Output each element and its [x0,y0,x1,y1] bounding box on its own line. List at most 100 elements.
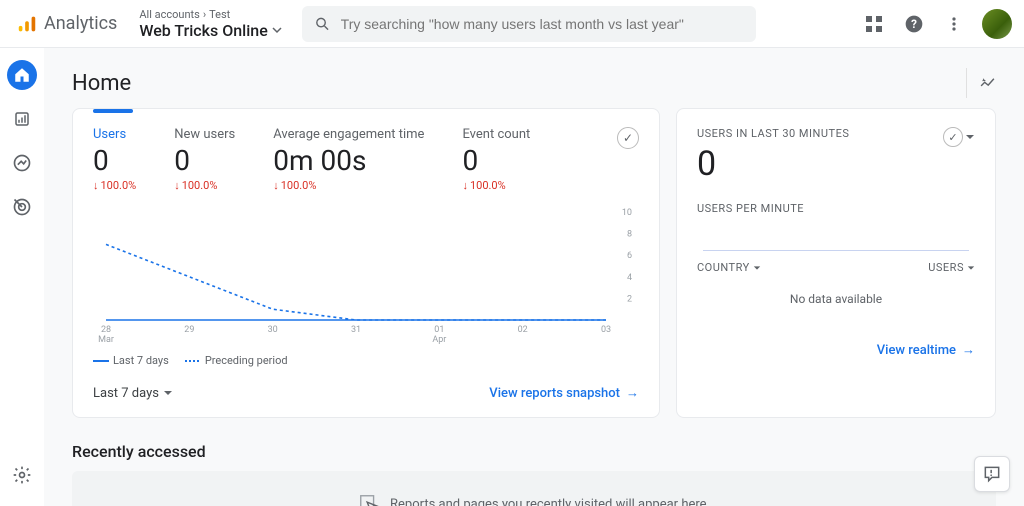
realtime-value: 0 [697,144,849,184]
metric-new-users[interactable]: New users 0 ↓100.0% [174,127,235,192]
metric-label: Users [93,127,136,142]
svg-text:30: 30 [268,325,278,335]
chart-legend: Last 7 days Preceding period [93,354,639,367]
metric-label: New users [174,127,235,142]
date-range-selector[interactable]: Last 7 days [93,386,173,401]
legend-label: Last 7 days [113,354,169,367]
metric-delta: ↓100.0% [93,179,136,192]
svg-text:02: 02 [518,325,528,335]
caret-down-icon [163,388,173,398]
cursor-icon [358,493,380,506]
page-title: Home [72,71,131,96]
help-icon[interactable]: ? [902,12,926,36]
metric-delta: ↓100.0% [462,179,530,192]
recently-accessed-title: Recently accessed [44,418,1024,471]
legend-prev: Preceding period [185,354,288,367]
line-chart-svg: 2 4 6 8 10 28Mar 29 30 31 01Apr 02 03 [93,206,639,346]
caret-down-icon [965,132,975,142]
nav-reports[interactable] [7,104,37,134]
metric-delta: ↓100.0% [273,179,424,192]
svg-text:31: 31 [351,325,361,335]
metric-users[interactable]: Users 0 ↓100.0% [93,127,136,192]
col-users[interactable]: USERS [928,261,975,274]
svg-text:03: 03 [601,325,611,335]
svg-text:10: 10 [622,208,632,218]
analytics-logo-icon [16,13,38,35]
apps-icon[interactable] [862,12,886,36]
svg-text:01: 01 [434,325,444,335]
realtime-quality-menu[interactable]: ✓ [943,127,975,147]
svg-text:6: 6 [627,251,632,261]
more-vert-icon[interactable] [942,12,966,36]
check-icon: ✓ [943,127,963,147]
account-selector[interactable]: All accounts › Test Web Tricks Online [139,8,281,40]
arrow-down-icon: ↓ [93,179,99,192]
empty-text: Reports and pages you recently visited w… [390,497,710,506]
metric-label: Average engagement time [273,127,424,142]
crumb-test: Test [209,8,230,21]
metric-value: 0 [93,144,136,177]
metric-event-count[interactable]: Event count 0 ↓100.0% [462,127,530,192]
svg-text:28: 28 [101,325,111,335]
metric-value: 0m 00s [273,144,424,177]
metric-engagement[interactable]: Average engagement time 0m 00s ↓100.0% [273,127,424,192]
svg-text:Apr: Apr [432,335,446,345]
caret-down-icon [967,264,975,272]
range-label: Last 7 days [93,386,159,401]
caret-down-icon [753,264,761,272]
chevron-right-icon: › [203,8,206,21]
nav-home[interactable] [7,60,37,90]
arrow-right-icon: → [962,342,975,358]
metric-value: 0 [462,144,530,177]
overview-card: Users 0 ↓100.0% New users 0 ↓100.0% Aver… [72,108,660,418]
nav-settings[interactable] [7,460,37,490]
arrow-right-icon: → [626,385,639,401]
metric-label: Event count [462,127,530,142]
crumb-all-accounts: All accounts [139,8,199,21]
svg-text:8: 8 [627,230,632,240]
arrow-down-icon: ↓ [462,179,468,192]
legend-current: Last 7 days [93,354,169,367]
view-realtime-link[interactable]: View realtime → [877,342,975,358]
metric-value: 0 [174,144,235,177]
svg-text:29: 29 [184,325,194,335]
left-nav [0,48,44,506]
search-input[interactable] [341,16,744,32]
realtime-title: USERS IN LAST 30 MINUTES [697,127,849,140]
metric-delta: ↓100.0% [174,179,235,192]
search-icon [314,15,331,33]
insights-button[interactable] [966,68,996,98]
nav-advertising[interactable] [7,192,37,222]
link-label: View realtime [877,343,956,358]
header-actions: ? [862,9,1012,39]
search-bar[interactable] [302,6,756,42]
realtime-card: USERS IN LAST 30 MINUTES 0 ✓ USERS PER M… [676,108,996,418]
account-name-row: Web Tricks Online [139,21,281,40]
avatar[interactable] [982,9,1012,39]
top-header: Analytics All accounts › Test Web Tricks… [0,0,1024,48]
account-name: Web Tricks Online [139,21,267,40]
upm-label: USERS PER MINUTE [697,202,975,215]
trend-chart: 2 4 6 8 10 28Mar 29 30 31 01Apr 02 03 [93,206,639,346]
svg-text:?: ? [911,17,917,31]
svg-text:Mar: Mar [98,335,114,345]
svg-text:4: 4 [627,273,632,283]
col-country[interactable]: COUNTRY [697,261,761,274]
feedback-button[interactable] [974,456,1010,492]
product-logo: Analytics [16,13,117,35]
data-quality-badge[interactable]: ✓ [617,127,639,149]
realtime-nodata: No data available [697,274,975,324]
nav-explore[interactable] [7,148,37,178]
view-snapshot-link[interactable]: View reports snapshot → [489,385,639,401]
main-content: Home Users 0 ↓100.0% New users 0 ↓100.0% [44,48,1024,506]
legend-label: Preceding period [205,354,288,367]
brand-label: Analytics [44,13,117,34]
feedback-icon [982,464,1002,484]
svg-text:2: 2 [627,294,632,304]
arrow-down-icon: ↓ [273,179,279,192]
metrics-tabs: Users 0 ↓100.0% New users 0 ↓100.0% Aver… [93,127,639,192]
recently-accessed-empty: Reports and pages you recently visited w… [72,471,996,506]
arrow-down-icon: ↓ [174,179,180,192]
link-label: View reports snapshot [489,386,620,401]
account-breadcrumb: All accounts › Test [139,8,281,21]
